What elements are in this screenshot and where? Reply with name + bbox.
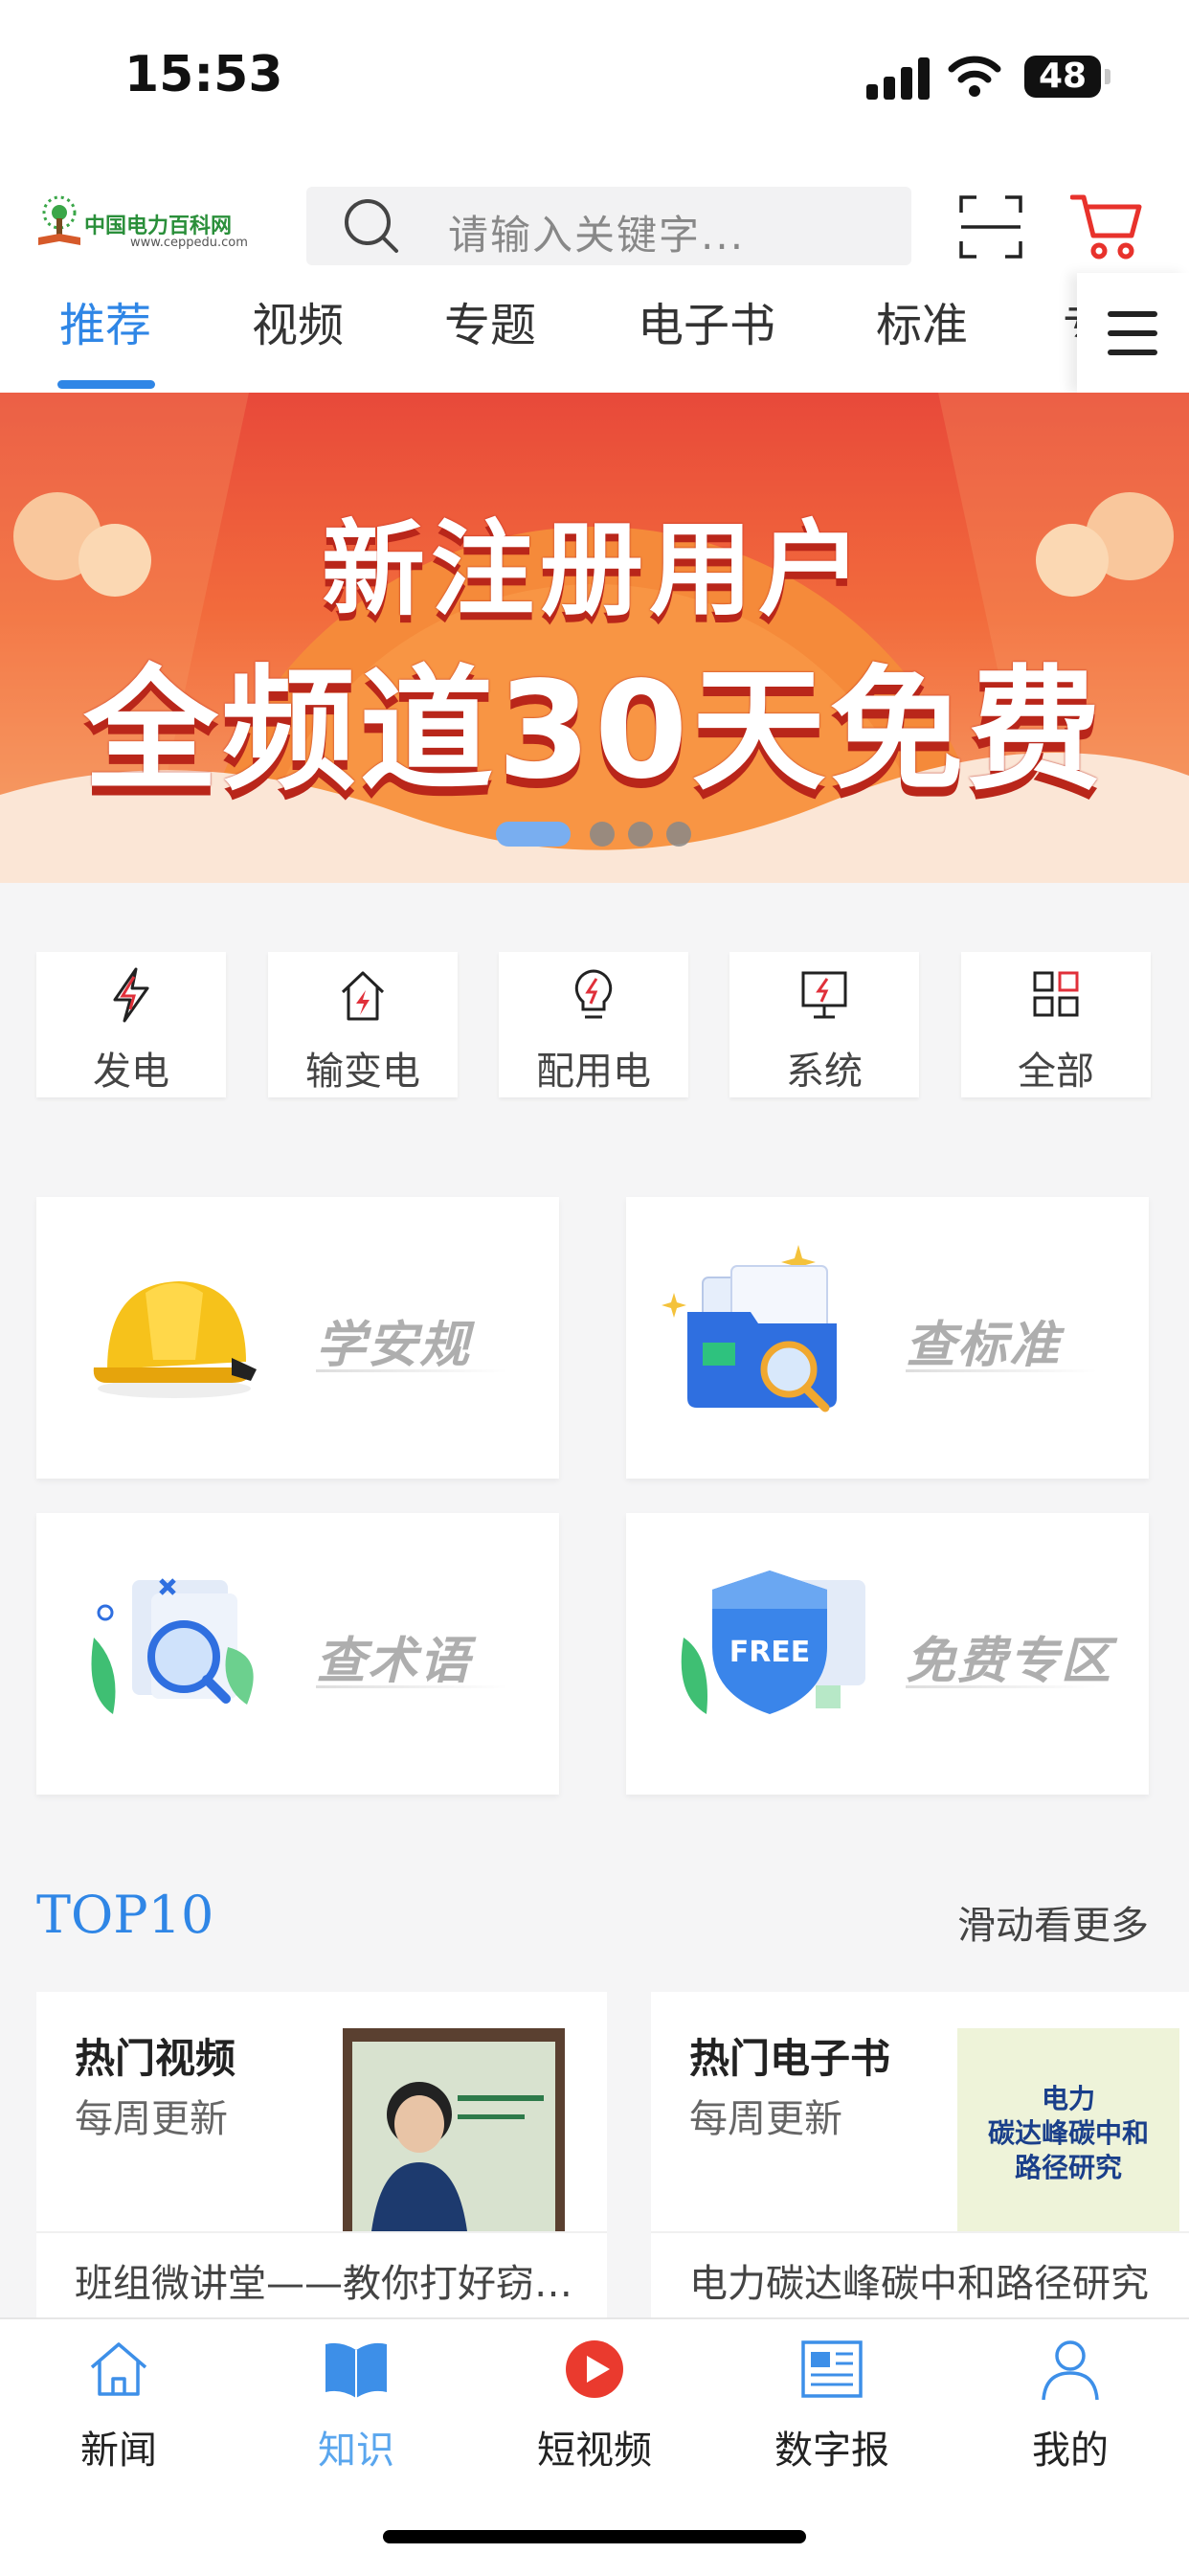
card-item-title: 班组微讲堂——教你打好窃… (75, 2262, 572, 2306)
banner-line2: 全频道30天免费 (83, 653, 1106, 809)
tab-video[interactable]: 视频 (252, 287, 344, 354)
status-time: 15:53 (124, 46, 283, 103)
carousel-dot[interactable] (628, 822, 653, 847)
book-icon (325, 2342, 387, 2398)
battery-indicator: 48 (1024, 56, 1101, 98)
folder-search-icon (662, 1245, 837, 1412)
cellular-signal-icon (866, 57, 931, 100)
top10-card-ebook[interactable]: 热门电子书 每周更新 电力 碳达峰碳中和 路径研究 电力碳达峰碳中和路径研究 (651, 1992, 1189, 2319)
bulb-icon (574, 969, 613, 1019)
free-badge-text: FREE (729, 1636, 811, 1669)
nav-knowledge[interactable]: 知识 (280, 2337, 433, 2480)
category-transmission[interactable]: 输变电 (268, 952, 458, 1097)
promo-banner[interactable]: 新注册用户 全频道30天免费 (0, 393, 1189, 883)
search-input[interactable]: 请输入关键字... (448, 203, 745, 261)
battery-level: 48 (1038, 56, 1088, 96)
feature-title: 查术语 (316, 1633, 472, 1690)
video-thumbnail (343, 2028, 565, 2231)
feature-safety-rules[interactable]: 学安规 (36, 1197, 559, 1479)
safety-helmet-icon (93, 1281, 257, 1398)
feature-terminology[interactable]: 查术语 (36, 1513, 559, 1795)
nav-label: 数字报 (774, 2429, 889, 2473)
cart-icon[interactable] (1070, 192, 1143, 260)
nav-label: 知识 (318, 2429, 394, 2473)
card-title: 热门视频 (75, 2035, 236, 2082)
feature-underline (906, 1369, 1097, 1372)
battery-tip (1105, 69, 1110, 84)
nav-label: 我的 (1032, 2429, 1109, 2473)
carousel-dot[interactable] (666, 822, 691, 847)
tab-ebook[interactable]: 电子书 (638, 287, 775, 354)
carousel-dot[interactable] (590, 822, 615, 847)
feature-title: 学安规 (316, 1317, 472, 1374)
category-label: 全部 (1018, 1050, 1094, 1094)
user-icon (1042, 2340, 1099, 2401)
feature-underline (316, 1369, 507, 1372)
card-subtitle: 每周更新 (689, 2097, 842, 2141)
feature-standards[interactable]: 查标准 (626, 1197, 1149, 1479)
tab-standard[interactable]: 标准 (876, 287, 968, 354)
category-label: 发电 (93, 1050, 169, 1094)
banner-line1: 新注册用户 (321, 510, 867, 630)
feature-underline (316, 1685, 507, 1688)
card-item-title: 电力碳达峰碳中和路径研究 (689, 2262, 1149, 2306)
substation-icon (341, 971, 385, 1021)
card-title: 热门电子书 (689, 2035, 891, 2082)
search-icon (345, 199, 398, 253)
free-shield-icon: FREE (681, 1570, 865, 1714)
top10-heading: TOP10 (36, 1885, 214, 1945)
nav-label: 新闻 (80, 2429, 157, 2473)
nav-short-video[interactable]: 短视频 (518, 2337, 671, 2480)
feature-free-zone[interactable]: FREE 免费专区 (626, 1513, 1149, 1795)
play-icon (566, 2340, 623, 2398)
card-subtitle: 每周更新 (75, 2097, 228, 2141)
newspaper-icon (801, 2340, 863, 2398)
lightning-bolt-icon (113, 967, 149, 1023)
tab-indicator (57, 380, 155, 389)
nav-profile[interactable]: 我的 (994, 2337, 1147, 2480)
category-label: 输变电 (305, 1050, 420, 1094)
menu-icon[interactable] (1077, 273, 1189, 393)
channel-tabs: 推荐 视频 专题 电子书 标准 专 (0, 287, 1109, 393)
feature-title: 查标准 (906, 1317, 1062, 1374)
nav-news[interactable]: 新闻 (42, 2337, 195, 2480)
category-all[interactable]: 全部 (961, 952, 1151, 1097)
ebook-cover-title: 电力 碳达峰碳中和 路径研究 (987, 2083, 1149, 2183)
slide-more-link[interactable]: 滑动看更多 (957, 1894, 1149, 1950)
logo-url: www.ceppedu.com (130, 236, 248, 250)
home-icon (90, 2342, 147, 2396)
logo-icon (38, 195, 80, 245)
scan-icon[interactable] (959, 195, 1022, 259)
home-indicator[interactable] (383, 2530, 806, 2543)
category-system[interactable]: 系统 (729, 952, 919, 1097)
magnifier-document-icon (91, 1578, 254, 1714)
nav-label: 短视频 (537, 2429, 652, 2473)
tab-recommend[interactable]: 推荐 (59, 287, 151, 354)
tab-topic[interactable]: 专题 (444, 287, 536, 354)
feature-title: 免费专区 (906, 1633, 1113, 1690)
carousel-dot-active[interactable] (496, 822, 571, 847)
ebook-cover: 电力 碳达峰碳中和 路径研究 (957, 2028, 1179, 2231)
category-power-generation[interactable]: 发电 (36, 952, 226, 1097)
top10-card-video[interactable]: 热门视频 每周更新 班组微讲堂——教你打好窃… (36, 1992, 607, 2319)
card-item: 班组微讲堂——教你打好窃… (36, 2231, 607, 2319)
nav-digital-paper[interactable]: 数字报 (755, 2337, 909, 2480)
category-distribution[interactable]: 配用电 (499, 952, 688, 1097)
category-label: 系统 (786, 1050, 863, 1094)
category-label: 配用电 (536, 1050, 651, 1094)
feature-underline (906, 1685, 1097, 1688)
grid-icon (1033, 971, 1079, 1017)
wifi-icon (948, 56, 1001, 97)
card-item: 电力碳达峰碳中和路径研究 (651, 2231, 1189, 2319)
monitor-icon (801, 971, 847, 1019)
